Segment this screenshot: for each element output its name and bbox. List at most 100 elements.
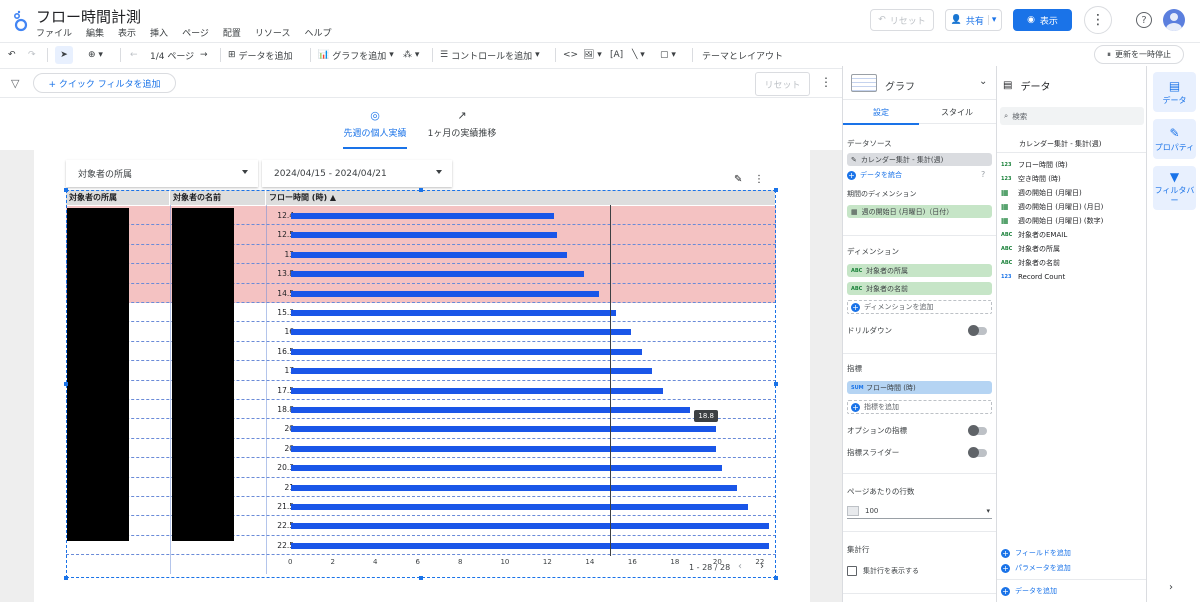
- table-chart[interactable]: 対象者の所属 対象者の名前 フロー時間 (時) ▲ 12.4 12.5 13 13.8…: [66, 190, 776, 578]
- help-icon[interactable]: ?: [1136, 12, 1152, 28]
- chart-type-label[interactable]: グラフ: [885, 78, 915, 93]
- menu-help[interactable]: ヘルプ: [304, 26, 331, 39]
- menu-edit[interactable]: 編集: [86, 26, 104, 39]
- bar[interactable]: [291, 445, 716, 452]
- menu-page[interactable]: ページ: [182, 26, 209, 39]
- bar[interactable]: [291, 271, 585, 278]
- prev-page-icon[interactable]: ←: [130, 43, 138, 67]
- bar[interactable]: [291, 290, 600, 297]
- bar[interactable]: [291, 348, 642, 355]
- undo-icon[interactable]: ↶: [8, 43, 16, 67]
- view-button[interactable]: ◉ 表示: [1013, 9, 1072, 31]
- datasource-name[interactable]: カレンダー集計 - 集計(週): [1019, 139, 1101, 149]
- tab-style[interactable]: スタイル: [919, 100, 995, 124]
- add-metric-button[interactable]: + 指標を追加: [847, 400, 992, 414]
- bar[interactable]: [291, 407, 691, 413]
- redo-icon[interactable]: ↷: [28, 43, 36, 67]
- pause-updates-button[interactable]: ⏸ 更新を一時停止: [1094, 45, 1184, 64]
- prev-page-icon[interactable]: ‹: [738, 561, 742, 572]
- looker-studio-logo[interactable]: [12, 10, 28, 32]
- date-range-control[interactable]: 2024/04/15 - 2024/04/21: [262, 160, 452, 187]
- dimension-chip-name[interactable]: ABC 対象者の名前: [847, 282, 992, 295]
- bar[interactable]: [291, 504, 748, 510]
- quick-filter-button[interactable]: + クイック フィルタを追加: [33, 73, 176, 93]
- dimension-chip-dept[interactable]: ABC 対象者の所属: [847, 264, 992, 277]
- menu-insert[interactable]: 挿入: [150, 26, 168, 39]
- period-dim-chip[interactable]: ▦ 週の開始日 (月曜日)（日付）: [847, 205, 992, 218]
- next-page-icon[interactable]: ›: [760, 561, 764, 572]
- chart-more-icon[interactable]: ⋮: [754, 174, 764, 185]
- tab-monthly[interactable]: ↗ 1ヶ月の実績推移: [426, 99, 498, 149]
- bar[interactable]: [291, 310, 617, 316]
- field-item[interactable]: ABC 対象者の所属: [1001, 242, 1060, 255]
- share-button[interactable]: 👤 共有 ▾: [945, 9, 1002, 31]
- bar[interactable]: [291, 465, 723, 472]
- optional-metric-toggle[interactable]: [968, 425, 987, 436]
- menu-resource[interactable]: リソース: [255, 26, 291, 39]
- field-item[interactable]: ▦ 週の開始日 (月曜日) (月日): [1001, 200, 1103, 213]
- zoom-icon[interactable]: ⊕ ▾: [88, 43, 103, 67]
- checkbox[interactable]: [847, 566, 857, 576]
- rows-per-page-select[interactable]: 100 ▾: [847, 503, 992, 519]
- community-viz-button[interactable]: ⁂ ▾: [403, 43, 419, 67]
- line-icon[interactable]: ╲ ▾: [632, 43, 645, 67]
- field-item[interactable]: 123 Record Count: [1001, 270, 1065, 283]
- menu-view[interactable]: 表示: [118, 26, 136, 39]
- rail-data-button[interactable]: ▤ データ: [1153, 72, 1196, 112]
- dept-filter-control[interactable]: 対象者の所属: [66, 160, 258, 187]
- add-field-button[interactable]: + フィールドを追加: [1001, 548, 1071, 558]
- canvas-more-icon[interactable]: ⋮: [820, 75, 832, 89]
- add-control-button[interactable]: ☰ コントロールを追加 ▾: [440, 43, 540, 67]
- avatar[interactable]: [1163, 9, 1185, 31]
- menu-file[interactable]: ファイル: [36, 26, 72, 39]
- field-item[interactable]: ▦ 週の開始日 (月曜日): [1001, 186, 1082, 199]
- next-page-icon[interactable]: →: [200, 43, 208, 67]
- bar[interactable]: [291, 542, 769, 549]
- drilldown-toggle[interactable]: [968, 325, 987, 336]
- more-options-icon[interactable]: ⋮: [1084, 6, 1112, 34]
- bar[interactable]: [291, 329, 631, 336]
- bar[interactable]: [291, 426, 716, 433]
- reset-button[interactable]: ↶ リセット: [870, 9, 934, 31]
- column-header-name[interactable]: 対象者の名前: [170, 190, 266, 205]
- field-item[interactable]: 123 空き時間 (時): [1001, 172, 1061, 185]
- collapse-icon[interactable]: ›: [1169, 582, 1173, 593]
- total-row-checkbox[interactable]: 集計行を表示する: [847, 566, 919, 576]
- text-icon[interactable]: [A]: [610, 43, 623, 67]
- add-dimension-button[interactable]: + ディメンションを追加: [847, 300, 992, 314]
- metric-slider-toggle[interactable]: [968, 447, 987, 458]
- tab-weekly[interactable]: ◎ 先週の個人実績: [343, 99, 407, 149]
- bar[interactable]: [291, 387, 663, 394]
- theme-layout-button[interactable]: テーマとレイアウト: [702, 43, 783, 67]
- select-pointer-icon[interactable]: ➤: [55, 46, 73, 64]
- menu-arrange[interactable]: 配置: [223, 26, 241, 39]
- add-data-source-button[interactable]: + データを追加: [1001, 586, 1057, 596]
- chevron-down-icon[interactable]: ⌄: [979, 76, 987, 87]
- add-chart-button[interactable]: 📊 グラフを追加 ▾: [318, 43, 394, 67]
- blend-data-button[interactable]: + データを統合: [847, 170, 902, 180]
- embed-icon[interactable]: <>: [563, 43, 578, 67]
- field-search-input[interactable]: ⌕ 検索: [1000, 107, 1144, 125]
- shape-icon[interactable]: ▢ ▾: [660, 43, 676, 67]
- bar[interactable]: [291, 484, 738, 491]
- datasource-chip[interactable]: ✎ カレンダー集計 - 集計(週): [847, 153, 992, 166]
- tab-setup[interactable]: 設定: [843, 100, 919, 125]
- pencil-icon[interactable]: ✎: [851, 156, 857, 164]
- edit-pencil-icon[interactable]: ✎: [734, 174, 742, 185]
- field-item[interactable]: ABC 対象者の名前: [1001, 256, 1060, 269]
- filter-icon[interactable]: ▽: [11, 77, 19, 90]
- add-data-button[interactable]: ⊞ データを追加: [228, 43, 293, 67]
- page-indicator[interactable]: 1/4 ページ: [150, 43, 194, 67]
- column-header-dept[interactable]: 対象者の所属: [66, 190, 170, 205]
- help-icon[interactable]: ?: [981, 170, 985, 179]
- column-header-flow-time[interactable]: フロー時間 (時) ▲: [266, 190, 776, 205]
- metric-chip[interactable]: SUM フロー時間 (時): [847, 381, 992, 394]
- canvas-reset-button[interactable]: リセット: [755, 72, 810, 96]
- field-item[interactable]: ▦ 週の開始日 (月曜日) (数字): [1001, 214, 1103, 227]
- field-item[interactable]: 123 フロー時間 (時): [1001, 158, 1068, 171]
- field-item[interactable]: ABC 対象者のEMAIL: [1001, 228, 1067, 241]
- bar[interactable]: [291, 368, 653, 375]
- rail-filterbar-button[interactable]: ▼ フィルタバー: [1153, 166, 1196, 210]
- rail-properties-button[interactable]: ✎ プロパティ: [1153, 119, 1196, 159]
- report-title[interactable]: フロー時間計測: [36, 6, 141, 27]
